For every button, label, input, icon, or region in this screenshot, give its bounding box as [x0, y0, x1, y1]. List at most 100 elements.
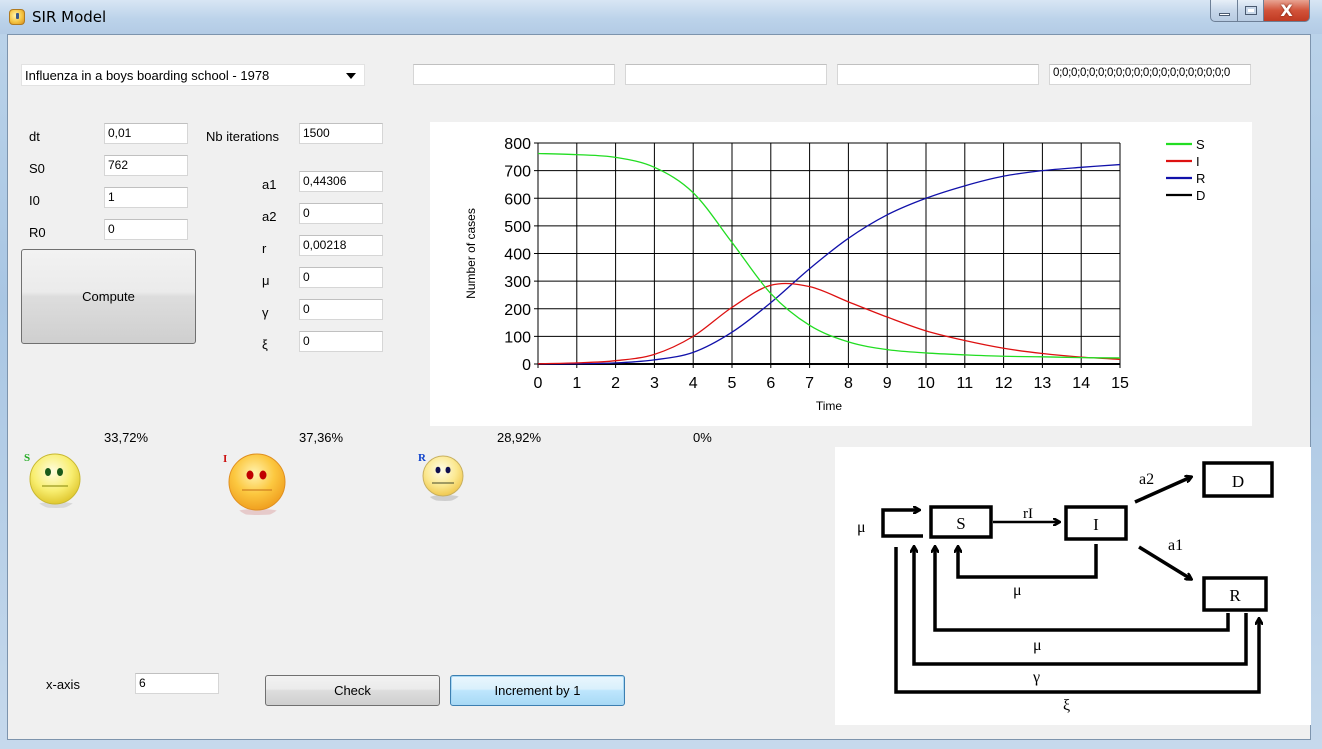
- y-tick-label: 200: [504, 302, 531, 319]
- d-node-label: D: [1232, 472, 1244, 491]
- i-node-label: I: [1093, 515, 1099, 534]
- i0-label: I0: [29, 193, 40, 208]
- x-tick-label: 4: [689, 375, 698, 392]
- x-axis-label: x-axis: [46, 677, 80, 692]
- i-percentage: 37,36%: [299, 430, 344, 445]
- s-node-label: S: [956, 514, 965, 533]
- x-tick-label: 1: [572, 375, 581, 392]
- compartment-diagram: S I D R μ rI a2 a1 μ μ γ ξ: [857, 461, 1274, 714]
- y-tick-label: 500: [504, 219, 531, 236]
- gamma-label: γ: [1032, 669, 1040, 686]
- sir-diagram: S I D R μ rI a2 a1 μ μ γ ξ: [835, 447, 1311, 725]
- r-label: r: [262, 241, 267, 256]
- app-icon: [9, 9, 25, 25]
- compute-button[interactable]: Compute: [21, 249, 196, 344]
- close-button[interactable]: X: [1264, 0, 1310, 22]
- window-title: SIR Model: [32, 8, 107, 26]
- dt-input[interactable]: 0,01: [104, 123, 188, 144]
- gamma-arrow: [914, 547, 1248, 666]
- y-axis-title: Number of cases: [464, 208, 478, 299]
- recovery-label: a1: [1168, 537, 1183, 554]
- maximize-icon: [1244, 6, 1257, 15]
- i0-input[interactable]: 1: [104, 187, 188, 208]
- r-input[interactable]: 0,00218: [299, 235, 383, 256]
- x-tick-label: 6: [766, 375, 775, 392]
- s0-input[interactable]: 762: [104, 155, 188, 176]
- output-textbox-3[interactable]: [837, 64, 1039, 85]
- legend-label-r: R: [1196, 171, 1205, 186]
- birth-mu-label: μ: [857, 519, 866, 536]
- check-button[interactable]: Check: [265, 675, 440, 706]
- x-tick-label: 13: [1034, 375, 1052, 392]
- s-smiley-letter: S: [24, 452, 31, 464]
- window-controls: X: [1210, 0, 1310, 22]
- series-line-r: [537, 163, 1121, 365]
- scenario-select[interactable]: Influenza in a boys boarding school - 19…: [21, 64, 365, 86]
- increment-button-label: Increment by 1: [494, 683, 581, 698]
- chevron-down-icon: [346, 73, 356, 79]
- y-tick-label: 800: [504, 136, 531, 153]
- gamma-input[interactable]: 0: [299, 299, 383, 320]
- series-line-s: [537, 152, 1121, 359]
- iterations-label: Nb iterations: [206, 129, 279, 144]
- maximize-button[interactable]: [1238, 0, 1264, 22]
- output-textbox-4[interactable]: 0;0;0;0;0;0;0;0;0;0;0;0;0;0;0;0;0;0;0;0: [1049, 64, 1251, 85]
- r-node-label: R: [1229, 586, 1241, 605]
- x-tick-label: 14: [1072, 375, 1090, 392]
- legend-label-i: I: [1196, 154, 1200, 169]
- neutral-smiley-icon: [422, 455, 464, 501]
- output-textbox-2[interactable]: [625, 64, 827, 85]
- y-tick-label: 700: [504, 164, 531, 181]
- x-axis-title: Time: [816, 399, 843, 413]
- xi-arrow: [894, 547, 1259, 694]
- s0-label: S0: [29, 161, 45, 176]
- xi-input[interactable]: 0: [299, 331, 383, 352]
- x-tick-label: 5: [728, 375, 737, 392]
- xi-label: ξ: [1063, 697, 1070, 714]
- x-tick-label: 8: [844, 375, 853, 392]
- output-textbox-1[interactable]: [413, 64, 615, 85]
- neutral-smiley-icon: [29, 453, 81, 508]
- r-to-s-arrow: [935, 547, 1230, 632]
- x-tick-label: 11: [956, 375, 973, 392]
- d-percentage: 0%: [693, 430, 712, 445]
- close-icon: X: [1280, 1, 1293, 20]
- check-button-label: Check: [334, 683, 371, 698]
- s-percentage: 33,72%: [104, 430, 149, 445]
- birth-arrow: [881, 510, 923, 538]
- y-tick-label: 0: [522, 357, 531, 374]
- sir-chart: 0 1 2 3 4 5 6 7 8 9 10 11 12 13 14 15010020030040050060…: [464, 136, 1205, 413]
- minimize-button[interactable]: [1210, 0, 1238, 22]
- a1-input[interactable]: 0,44306: [299, 171, 383, 192]
- gamma-label: γ: [262, 305, 269, 320]
- scenario-select-value: Influenza in a boys boarding school - 19…: [25, 67, 270, 83]
- r0-label: R0: [29, 225, 46, 240]
- x-tick-label: 9: [883, 375, 892, 392]
- legend-label-d: D: [1196, 188, 1205, 203]
- mu-label: μ: [262, 273, 270, 288]
- a1-label: a1: [262, 177, 277, 192]
- i-to-s-label: μ: [1013, 582, 1022, 599]
- x-tick-label: 3: [650, 375, 659, 392]
- series-line-i: [537, 282, 1121, 365]
- i-smiley-letter: I: [223, 453, 228, 465]
- i-to-s-arrow: [958, 544, 1098, 579]
- r-smiley-letter: R: [418, 452, 426, 464]
- iterations-input[interactable]: 1500: [299, 123, 383, 144]
- main-form: Influenza in a boys boarding school - 19…: [7, 34, 1311, 740]
- x-tick-label: 2: [611, 375, 620, 392]
- y-tick-label: 300: [504, 274, 531, 291]
- x-tick-label: 10: [917, 375, 935, 392]
- minimize-icon: [1218, 13, 1230, 16]
- r0-input[interactable]: 0: [104, 219, 188, 240]
- increment-button[interactable]: Increment by 1: [450, 675, 625, 706]
- infection-label: rI: [1023, 506, 1033, 522]
- a2-input[interactable]: 0: [299, 203, 383, 224]
- y-tick-label: 100: [504, 329, 531, 346]
- dt-label: dt: [29, 129, 40, 144]
- x-tick-label: 15: [1111, 375, 1129, 392]
- mu-input[interactable]: 0: [299, 267, 383, 288]
- x-axis-input[interactable]: 6: [135, 673, 219, 694]
- y-tick-label: 600: [504, 191, 531, 208]
- recovery-arrow: [1138, 545, 1191, 579]
